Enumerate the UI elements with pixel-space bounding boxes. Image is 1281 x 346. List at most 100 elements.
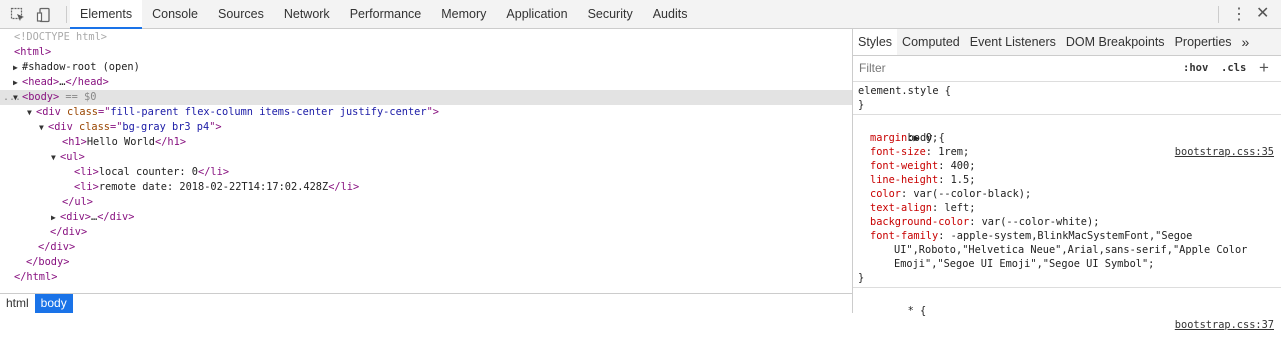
dom-node[interactable]: </div> [0,225,852,240]
css-value[interactable]: -apple-system,BlinkMacSystemFont,"Segoe [944,230,1193,242]
tab-elements[interactable]: Elements [70,0,143,29]
dom-node[interactable]: <li>remote date: 2018-02-22T14:17:02.428… [0,180,852,195]
tab-styles[interactable]: Styles [853,29,898,55]
node-tag: </h1> [155,136,187,148]
css-declaration[interactable]: font-weight: 400; [858,159,1276,173]
collapse-triangle-icon[interactable]: ▼ [51,150,60,165]
add-rule-icon[interactable]: + [1259,58,1269,78]
node-tag: =" [110,121,123,133]
dom-node[interactable]: <h1>Hello World</h1> [0,135,852,150]
node-tag: </li> [328,181,360,193]
dom-node-selected[interactable]: ... ▼ <body> == $0 [0,90,852,105]
collapse-triangle-icon[interactable]: ▼ [27,105,36,120]
node-tag: </div> [50,226,88,238]
dom-node[interactable]: ▶ <div>…</div> [0,210,852,225]
tab-event-listeners[interactable]: Event Listeners [965,29,1061,55]
css-declaration[interactable]: background-color: var(--color-white); [858,215,1276,229]
tab-computed[interactable]: Computed [897,29,965,55]
dom-node[interactable]: ▼ <ul> [0,150,852,165]
dom-node[interactable]: </html> [0,270,852,285]
expand-triangle-icon[interactable]: ▶ [51,210,60,225]
node-tag: <div [36,106,67,118]
rule-selector[interactable]: element.style { [858,84,1276,98]
tab-dom-breakpoints[interactable]: DOM Breakpoints [1061,29,1170,55]
more-tabs-icon[interactable]: » [1237,29,1255,55]
css-value[interactable]: var(--color-white); [975,216,1100,228]
node-tag: "> [209,121,222,133]
node-tag: </li> [198,166,230,178]
node-actions-dots[interactable]: ... [3,90,21,105]
dom-node[interactable]: </ul> [0,195,852,210]
node-tag: <html> [14,46,52,58]
tab-properties[interactable]: Properties [1170,29,1237,55]
tab-memory[interactable]: Memory [431,0,496,28]
css-value[interactable]: var(--color-black); [907,188,1031,200]
dom-node[interactable]: <!DOCTYPE html> [0,30,852,45]
node-txt: local counter: 0 [98,166,199,178]
css-property[interactable]: text-align [870,202,932,214]
dom-node[interactable]: <li>local counter: 0</li> [0,165,852,180]
dom-node[interactable]: </div> [0,240,852,255]
toolbar-separator [1218,6,1219,23]
css-declaration[interactable]: color: var(--color-black); [858,187,1276,201]
source-link[interactable]: bootstrap.css:35 [1175,145,1274,159]
tab-application[interactable]: Application [496,0,577,28]
expand-triangle-icon[interactable]: ▶ [13,60,22,75]
css-property[interactable]: line-height [870,174,938,186]
more-options-icon[interactable]: ⋮ [1231,6,1247,23]
filter-input[interactable]: Filter [859,61,886,75]
css-property[interactable]: font-family [870,230,938,242]
tab-network[interactable]: Network [274,0,340,28]
node-val: fill-parent flex-column items-center jus… [110,106,427,118]
collapse-triangle-icon[interactable]: ▼ [39,120,48,135]
node-val: bg-gray br3 p4 [122,121,210,133]
node-tag: =" [98,106,111,118]
tab-audits[interactable]: Audits [643,0,698,28]
node-txt: remote date: 2018-02-22T14:17:02.428Z [98,181,329,193]
close-icon[interactable]: ✕ [1256,4,1269,24]
dom-node[interactable]: ▼ <div class="bg-gray br3 p4"> [0,120,852,135]
rule-selector[interactable]: body { [908,132,945,144]
dom-node[interactable]: <html> [0,45,852,60]
css-value-continuation: Emoji","Segoe UI Emoji","Segoe UI Symbol… [894,258,1155,270]
hov-toggle[interactable]: :hov [1183,62,1208,74]
star-rule: * { bootstrap.css:37 [853,288,1281,331]
dom-node[interactable]: </body> [0,255,852,270]
node-tag: <ul> [60,151,85,163]
tab-security[interactable]: Security [578,0,643,28]
device-toggle-icon[interactable] [36,7,52,23]
node-tag: </body> [26,256,70,268]
cls-toggle[interactable]: .cls [1221,62,1246,74]
breadcrumb-html[interactable]: html [0,294,35,313]
panel-tabs: Elements Console Sources Network Performance… [70,0,697,29]
css-value[interactable]: 400; [944,160,976,172]
expand-triangle-icon[interactable]: ▶ [13,75,22,90]
elements-panel: <!DOCTYPE html> <html> ▶ #shadow-root (open… [0,29,852,313]
tab-console[interactable]: Console [142,0,208,28]
dom-node[interactable]: ▼ <div class="fill-parent flex-column ite… [0,105,852,120]
css-declaration[interactable]: text-align: left; [858,201,1276,215]
css-declaration[interactable]: line-height: 1.5; [858,173,1276,187]
inspect-element-icon[interactable] [10,7,26,23]
source-link[interactable]: bootstrap.css:37 [1175,318,1274,332]
node-tag: </html> [14,271,58,283]
css-property[interactable]: color [870,188,901,200]
tab-performance[interactable]: Performance [340,0,432,28]
node-tag: </div> [38,241,76,253]
css-value[interactable]: 1rem; [932,146,969,158]
element-style-rule: element.style { } [853,82,1281,115]
node-tag: <div> [60,211,91,223]
dom-node[interactable]: ▶ <head>…</head> [0,75,852,90]
css-declaration[interactable]: font-family: -apple-system,BlinkMacSyste… [858,229,1276,243]
toolbar-separator [66,6,67,23]
dom-node[interactable]: ▶ #shadow-root (open) [0,60,852,75]
breadcrumb: html body [0,293,852,313]
breadcrumb-body[interactable]: body [34,294,73,313]
node-tag: <li> [74,181,99,193]
rule-selector[interactable]: * { [908,305,927,317]
css-value[interactable]: 1.5; [944,174,976,186]
filter-bar: Filter :hov .cls + [853,56,1281,82]
css-property[interactable]: background-color [870,216,969,228]
css-value[interactable]: left; [938,202,975,214]
tab-sources[interactable]: Sources [208,0,274,28]
